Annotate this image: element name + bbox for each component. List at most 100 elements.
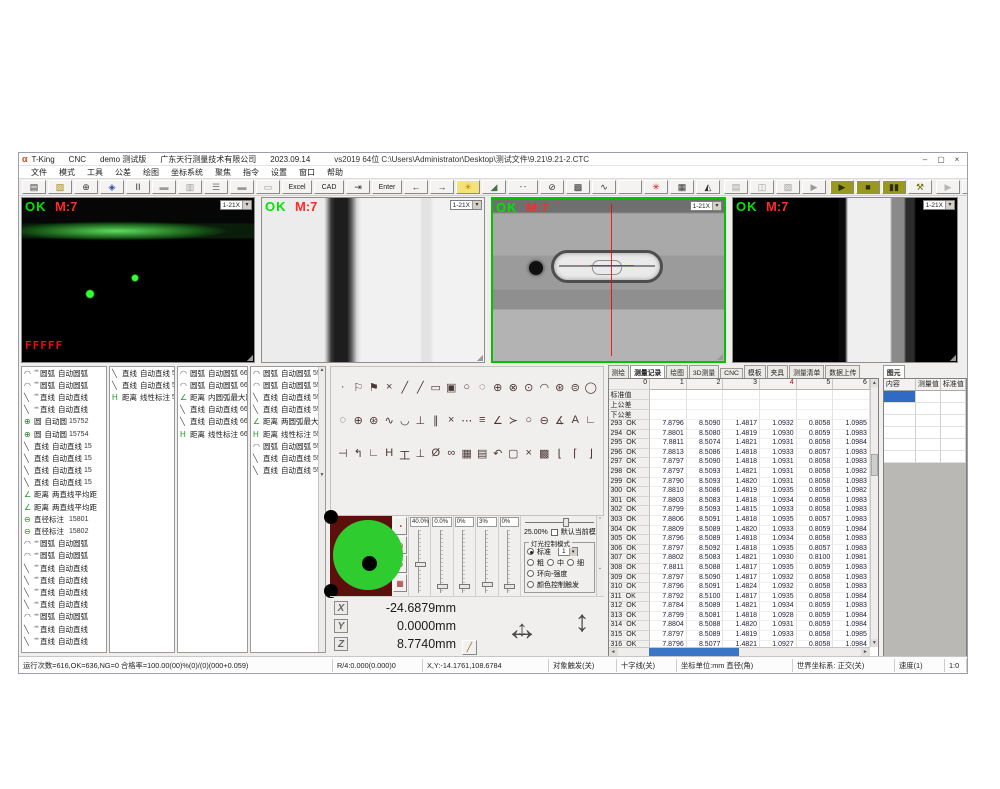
- laser-button[interactable]: ✳: [644, 180, 668, 194]
- list-item[interactable]: ◠圆弧自动圆弧55: [251, 440, 325, 452]
- close-button[interactable]: ×: [949, 155, 965, 164]
- tab-3[interactable]: 绘图: [666, 365, 688, 378]
- goto-button[interactable]: ⇥: [346, 180, 370, 194]
- camera-view-1[interactable]: OKM:71-21X▾FFFFF◢: [21, 197, 255, 363]
- tool-icon[interactable]: ×: [382, 381, 398, 394]
- grid-data-row[interactable]: 294OK7.88018.50801.48191.09300.80591.098…: [609, 430, 870, 440]
- stage-move-button[interactable]: ⊕: [74, 180, 98, 194]
- menu-item-6[interactable]: 坐标系统: [165, 167, 209, 178]
- tab-9[interactable]: 数据上传: [825, 365, 860, 378]
- zoom-button[interactable]: ⊘: [540, 180, 564, 194]
- tool-icon[interactable]: ⌊: [552, 447, 568, 463]
- list-item[interactable]: ╲直线自动直线54: [110, 367, 174, 379]
- tool-icon[interactable]: ○: [521, 414, 537, 427]
- resize-grip-icon[interactable]: ◢: [950, 354, 956, 362]
- tool-icon[interactable]: ∞: [444, 447, 460, 463]
- list-item[interactable]: ∠距离两直线平均距: [22, 489, 106, 501]
- list-item[interactable]: ╲***直线自动直线: [22, 623, 106, 635]
- tab-6[interactable]: 模板: [744, 365, 766, 378]
- tool-icon[interactable]: ⊕: [490, 381, 506, 394]
- menu-item-11[interactable]: 帮助: [321, 167, 349, 178]
- camera-view-2[interactable]: OKM:71-21X▾◢: [261, 197, 485, 363]
- qr-button[interactable]: ▦: [670, 180, 694, 194]
- list-item[interactable]: ∠距离两圆弧最大距: [251, 416, 325, 428]
- scroll-thumb[interactable]: [649, 648, 739, 656]
- tool-icon[interactable]: ◡: [397, 414, 413, 427]
- tool-icon[interactable]: ⊖: [537, 414, 553, 427]
- list-item[interactable]: ◠***圆弧自动圆弧: [22, 611, 106, 623]
- tool-icon[interactable]: ≻: [506, 414, 522, 427]
- tool-icon[interactable]: ⚑: [366, 381, 382, 394]
- tool-icon[interactable]: ⊛: [552, 381, 568, 394]
- menu-item-9[interactable]: 设置: [265, 167, 293, 178]
- tab-8[interactable]: 测量清单: [789, 365, 824, 378]
- tool-button-7[interactable]: ▥: [178, 180, 202, 194]
- tool-icon[interactable]: ▦: [459, 447, 475, 463]
- tool-icon[interactable]: ×: [521, 447, 537, 463]
- grid-data-row[interactable]: 295OK7.88118.50741.48211.09310.80581.098…: [609, 439, 870, 449]
- tool-icon[interactable]: ⋯: [459, 414, 475, 427]
- list-item[interactable]: ◠***圆弧自动圆弧: [22, 367, 106, 379]
- scroll-up-icon[interactable]: ▲: [871, 379, 878, 387]
- list-item[interactable]: ∠距离两直线平均距: [22, 501, 106, 513]
- blank-button[interactable]: [618, 180, 642, 194]
- lens-select[interactable]: 1-21X▾: [690, 201, 722, 211]
- grid-data-row[interactable]: 305OK7.87968.50891.48181.09340.80581.098…: [609, 535, 870, 545]
- ring-intensity-radio[interactable]: [527, 570, 534, 577]
- print-button[interactable]: ◫: [750, 180, 774, 194]
- resize-grip-icon[interactable]: ◢: [247, 354, 253, 362]
- grid-horizontal-scrollbar[interactable]: ◄ ►: [609, 647, 870, 656]
- tool-icon[interactable]: ↶: [490, 447, 506, 463]
- tool-icon[interactable]: ∠: [490, 414, 506, 427]
- slider-thumb[interactable]: [459, 584, 470, 589]
- camera-view-3[interactable]: OKM:71-21X▾◢: [491, 197, 726, 363]
- tab-4[interactable]: 3D测量: [689, 365, 719, 378]
- list-item[interactable]: ◠圆弧自动圆弧55: [251, 379, 325, 391]
- tool-icon[interactable]: ⌈: [568, 447, 584, 463]
- list-item[interactable]: H距离线性标注54: [110, 391, 174, 403]
- diagonal-move-button[interactable]: ╱: [462, 640, 477, 655]
- light-slider-4[interactable]: 3%: [475, 516, 497, 596]
- save-button[interactable]: ▤: [22, 180, 46, 194]
- elements-row[interactable]: [884, 451, 966, 463]
- execute-button[interactable]: ⚒: [908, 180, 932, 194]
- list-item[interactable]: ╲直线自动直线55: [251, 465, 325, 477]
- tool-icon[interactable]: ⊥: [413, 447, 429, 463]
- tool-icon[interactable]: ⚐: [351, 381, 367, 394]
- tab-2[interactable]: 测量记录: [630, 365, 665, 378]
- menu-item-3[interactable]: 工具: [81, 167, 109, 178]
- grid-data-row[interactable]: 310OK7.87968.50911.48241.09320.80581.098…: [609, 583, 870, 593]
- tab-1[interactable]: 测绘: [608, 365, 630, 378]
- tool-icon[interactable]: ⊜: [568, 381, 584, 394]
- tool-icon[interactable]: ∡: [552, 414, 568, 427]
- lens-select[interactable]: 1-21X▾: [923, 200, 955, 210]
- grid-data-row[interactable]: 308OK7.88118.50881.48171.09350.80591.098…: [609, 564, 870, 574]
- list-item[interactable]: ⊖直径标注15801: [22, 513, 106, 525]
- play-gray-button[interactable]: ▶: [802, 180, 826, 194]
- tool-icon[interactable]: ⊛: [366, 414, 382, 427]
- tool-button-10[interactable]: ▭: [256, 180, 280, 194]
- list-item[interactable]: ╲***直线自动直线: [22, 562, 106, 574]
- light-slider-3[interactable]: 0%: [453, 516, 475, 596]
- scroll-right-icon[interactable]: ►: [861, 648, 870, 656]
- tool-icon[interactable]: 工: [397, 447, 413, 463]
- grid-data-row[interactable]: 296OK7.88138.50861.48181.09330.80571.098…: [609, 449, 870, 459]
- menu-item-8[interactable]: 指令: [237, 167, 265, 178]
- tool-icon[interactable]: ◌: [335, 414, 351, 427]
- edge-tool-button[interactable]: II: [126, 180, 150, 194]
- tool-icon[interactable]: ╱: [413, 381, 429, 394]
- resize-grip-icon[interactable]: ◢: [477, 354, 483, 362]
- list-item[interactable]: ╲直线自动直线55: [251, 452, 325, 464]
- play2-button[interactable]: ▶: [936, 180, 960, 194]
- tool-icon[interactable]: ×: [444, 414, 460, 427]
- save3-button[interactable]: ▤: [962, 180, 967, 194]
- elements-row[interactable]: [884, 391, 966, 403]
- slider-thumb[interactable]: [482, 582, 493, 587]
- tab-elements[interactable]: 图元: [883, 365, 905, 378]
- list-item[interactable]: ╲直线自动直线55: [251, 404, 325, 416]
- tool-icon[interactable]: H: [382, 447, 398, 463]
- image-button[interactable]: ◢: [482, 180, 506, 194]
- grid-data-row[interactable]: 313OK7.87998.50811.48181.09280.80591.098…: [609, 612, 870, 622]
- save2-button[interactable]: ▤: [724, 180, 748, 194]
- size-radio-1[interactable]: [527, 559, 534, 566]
